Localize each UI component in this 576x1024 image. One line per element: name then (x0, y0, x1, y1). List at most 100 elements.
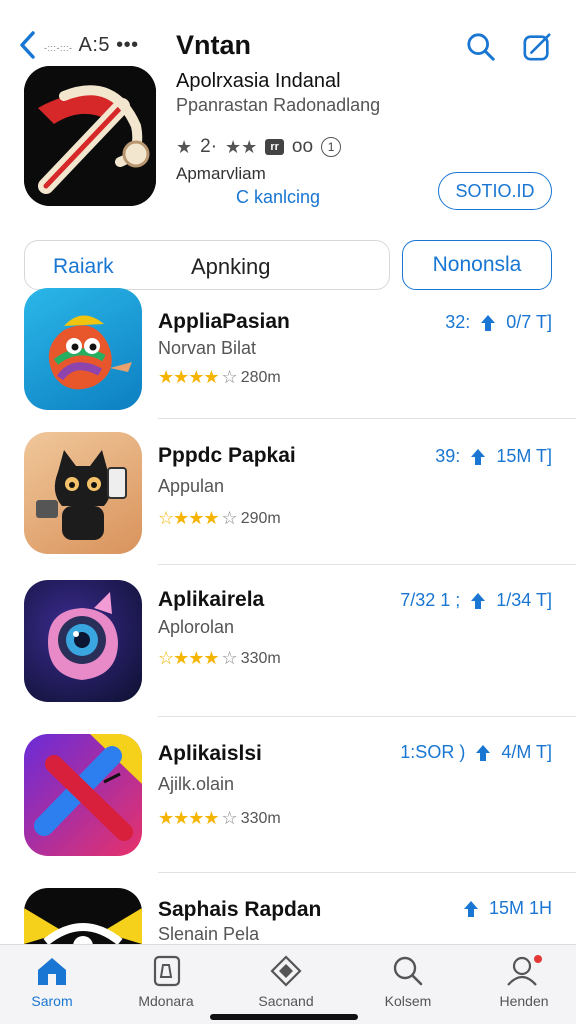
segment-raiark[interactable]: Raiark (53, 255, 114, 279)
tab-bar: Sarom Mdonara Sacnand Kolsem Henden (0, 944, 576, 1024)
star-rating-icon: ☆★★★ (158, 508, 220, 528)
download-icon (476, 744, 491, 761)
tab-henden[interactable]: Henden (474, 955, 574, 1024)
segment-apnking[interactable]: Apnking (191, 254, 271, 280)
tab-label: Henden (499, 993, 549, 1009)
back-label[interactable]: -:::-:::- A:5 ••• (44, 34, 139, 57)
row-divider (158, 418, 576, 419)
featured-app-subtitle: Ppanrastan Radonadlang (176, 95, 381, 115)
page-title: Vntan (176, 30, 252, 60)
download-icon (471, 592, 486, 609)
app-name: Saphais Rapdan (158, 898, 322, 921)
star-empty-icon: ☆ (221, 508, 238, 528)
app-row[interactable]: Aplikairela Aplorolan ☆★★★ ☆ 330m 7/32 1 … (0, 580, 576, 730)
app-stats: 7/32 1 ; 1/34 T] (400, 590, 552, 611)
app-stats: 1:SOR ) 4/M T] (400, 742, 552, 763)
compose-icon (523, 33, 551, 61)
camera-lens-icon (48, 592, 118, 680)
tab-label: Sacnand (258, 993, 314, 1009)
app-name: Aplikairela (158, 588, 265, 611)
app-row[interactable]: AppliaPasian Norvan Bilat ★★★★ ☆ 280m 32:… (0, 288, 576, 438)
info-icon[interactable]: 1 (321, 137, 342, 157)
rating-count: 280m (240, 368, 281, 386)
app-size: 15M T] (496, 446, 552, 466)
app-icon (24, 734, 142, 856)
app-rank: 7/32 1 ; (400, 590, 461, 610)
row-divider (158, 716, 576, 717)
app-rating: ☆★★★ ☆ 290m (158, 508, 281, 529)
row-divider (158, 564, 576, 565)
download-icon (481, 314, 496, 331)
profile-icon (507, 955, 542, 986)
app-stats: 39: 15M T] (435, 446, 552, 467)
app-rank: 39: (435, 446, 461, 466)
tab-label: Kolsem (384, 993, 432, 1009)
app-developer: Appulan (158, 476, 225, 496)
download-icon (463, 900, 478, 917)
app-rating: ☆★★★ ☆ 330m (158, 648, 281, 669)
featured-app-name: Apolrxasia Indanal (176, 70, 341, 92)
back-button[interactable] (18, 28, 40, 62)
chevron-left-icon (20, 31, 35, 59)
app-icon (24, 580, 142, 702)
featured-app-icon[interactable] (24, 66, 156, 206)
tools-cross-icon (34, 734, 142, 841)
pickaxe-logo-icon (24, 66, 156, 206)
app-stats: 32: 0/7 T] (445, 312, 552, 333)
rating-count: 290m (240, 509, 281, 527)
star-icon: ★★ (225, 136, 258, 157)
app-name: AppliaPasian (158, 310, 290, 333)
tab-label: Sarom (31, 993, 73, 1009)
app-size: 1/34 T] (496, 590, 552, 610)
featured-info-text: oo (291, 136, 314, 157)
star-rating-icon: ☆★★★ (158, 648, 220, 668)
home-indicator (210, 1014, 358, 1020)
star-rating-icon: ★★★★ (158, 367, 220, 387)
app-developer: Norvan Bilat (158, 338, 257, 358)
apps-icon (153, 955, 181, 987)
featured-app-category: Apmarvliam (176, 164, 266, 183)
app-size: 15M 1H (488, 898, 552, 918)
featured-app-meta: ★ 2· ★★ rr oo 1 (176, 136, 342, 158)
app-row[interactable]: Aplikaislsi Ajilk.olain ★★★★ ☆ 330m 1:SOR… (0, 734, 576, 884)
search-icon (393, 956, 423, 986)
segmented-control: Raiark Apnking (24, 240, 390, 290)
download-icon (471, 448, 486, 465)
back-label-small: -:::-:::- (44, 43, 73, 53)
age-badge: rr (265, 139, 284, 155)
app-row[interactable]: Pppdc Papkai Appulan ☆★★★ ☆ 290m 39: 15M … (0, 432, 576, 582)
tab-label: Mdonara (138, 993, 194, 1009)
app-rank: 32: (445, 312, 471, 332)
star-empty-icon: ☆ (221, 648, 238, 668)
app-developer: Aplorolan (158, 617, 235, 637)
get-button[interactable]: SOTIO.ID (438, 172, 552, 210)
rating-count: 330m (240, 809, 281, 827)
app-developer: Ajilk.olain (158, 774, 235, 794)
star-empty-icon: ☆ (221, 808, 238, 828)
featured-app-rank[interactable]: C kanlcing (236, 187, 320, 208)
games-icon (270, 955, 302, 987)
back-label-text: A:5 ••• (78, 34, 139, 56)
tab-sarom[interactable]: Sarom (2, 955, 102, 1024)
featured-rating: 2· (200, 136, 218, 157)
star-rating-icon: ★★★★ (158, 808, 220, 828)
navigation-bar: -:::-:::- A:5 ••• Vntan (0, 0, 576, 62)
rating-count: 330m (240, 649, 281, 667)
ninja-cat-icon (36, 450, 127, 540)
search-button[interactable] (464, 30, 498, 64)
star-icon: ★ (176, 136, 193, 157)
game-character-icon (48, 315, 132, 390)
app-rating: ★★★★ ☆ 280m (158, 367, 281, 388)
app-stats: 15M 1H (463, 898, 552, 919)
app-size: 0/7 T] (506, 312, 552, 332)
app-icon (24, 288, 142, 410)
app-rank: 1:SOR ) (400, 742, 466, 762)
app-developer: Slenain Pela (158, 924, 260, 944)
compose-button[interactable] (520, 30, 554, 64)
star-empty-icon: ☆ (221, 367, 238, 387)
tab-mdonara[interactable]: Mdonara (116, 955, 216, 1024)
tab-kolsem[interactable]: Kolsem (358, 955, 458, 1024)
app-name: Aplikaislsi (158, 742, 262, 765)
nononsla-button[interactable]: Nononsla (402, 240, 552, 290)
search-icon (467, 33, 495, 61)
